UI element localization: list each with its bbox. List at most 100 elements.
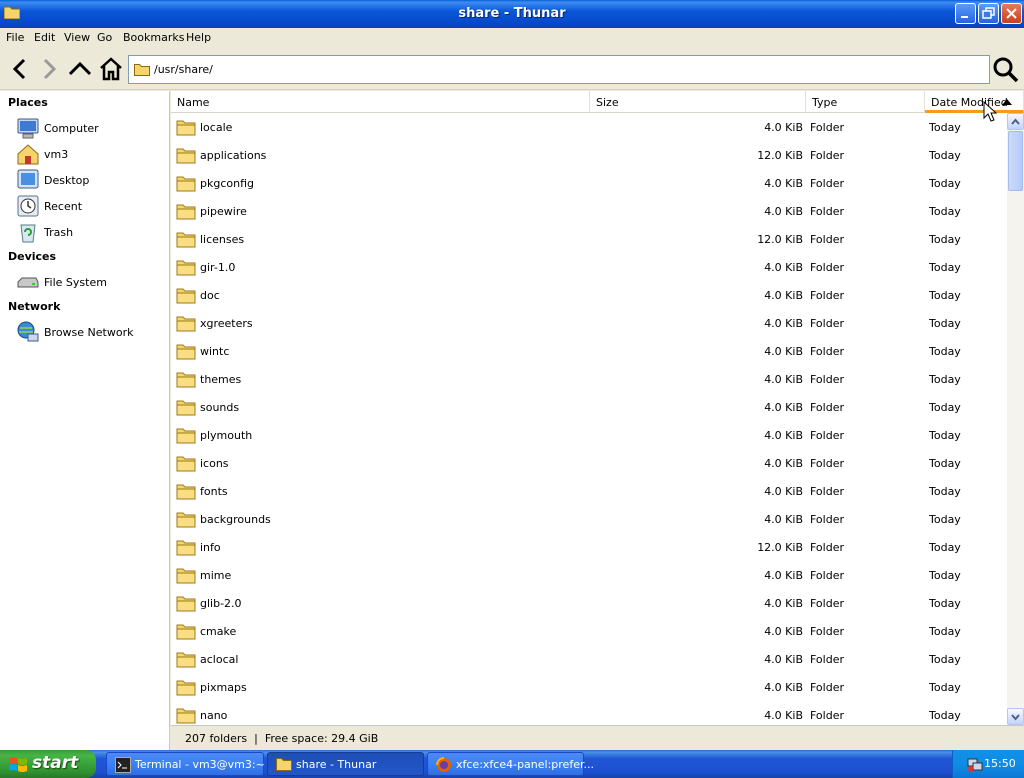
vertical-scrollbar[interactable] [1007, 113, 1024, 725]
scroll-down-button[interactable] [1007, 708, 1024, 725]
sidebar-item-trash[interactable]: Trash [16, 220, 166, 244]
title-bar[interactable]: share - Thunar [0, 0, 1024, 28]
table-row[interactable]: plymouth 4.0 KiB Folder Today [171, 421, 1007, 449]
column-name[interactable]: Name [171, 91, 590, 113]
table-row[interactable]: info 12.0 KiB Folder Today [171, 533, 1007, 561]
menu-bookmarks[interactable]: Bookmarks [123, 31, 184, 44]
scroll-up-button[interactable] [1007, 113, 1024, 130]
folder-icon [176, 484, 196, 500]
table-row[interactable]: applications 12.0 KiB Folder Today [171, 141, 1007, 169]
back-icon[interactable] [7, 56, 33, 82]
search-icon[interactable] [992, 56, 1020, 84]
sidebar-item-vm3[interactable]: vm3 [16, 142, 166, 166]
menu-view[interactable]: View [64, 31, 90, 44]
desktop-icon [17, 169, 39, 189]
sidebar-item-label: vm3 [44, 148, 69, 161]
forward-icon[interactable] [36, 56, 62, 82]
sidebar-item-recent[interactable]: Recent [16, 194, 166, 218]
network-icon [17, 321, 39, 342]
file-type: Folder [810, 149, 844, 162]
table-row[interactable]: themes 4.0 KiB Folder Today [171, 365, 1007, 393]
table-row[interactable]: xgreeters 4.0 KiB Folder Today [171, 309, 1007, 337]
sidebar-item-desktop[interactable]: Desktop [16, 168, 166, 192]
folder-icon [176, 148, 196, 164]
minimize-button[interactable] [955, 3, 976, 24]
trash-icon [20, 224, 36, 243]
file-size: 4.0 KiB [764, 373, 803, 386]
column-type[interactable]: Type [806, 91, 925, 113]
file-name: nano [200, 709, 228, 722]
file-name: cmake [200, 625, 237, 638]
table-row[interactable]: licenses 12.0 KiB Folder Today [171, 225, 1007, 253]
table-row[interactable]: icons 4.0 KiB Folder Today [171, 449, 1007, 477]
table-row[interactable]: locale 4.0 KiB Folder Today [171, 113, 1007, 141]
folder-icon [176, 120, 196, 136]
taskbar-item-terminal[interactable]: Terminal - vm3@vm3:~ [106, 752, 265, 776]
up-icon[interactable] [67, 56, 93, 82]
table-row[interactable]: cmake 4.0 KiB Folder Today [171, 617, 1007, 645]
file-date-modified: Today [929, 261, 961, 274]
table-row[interactable]: pixmaps 4.0 KiB Folder Today [171, 673, 1007, 701]
file-type: Folder [810, 681, 844, 694]
table-row[interactable]: aclocal 4.0 KiB Folder Today [171, 645, 1007, 673]
column-date-modified[interactable]: Date Modified [925, 91, 1024, 113]
table-row[interactable]: backgrounds 4.0 KiB Folder Today [171, 505, 1007, 533]
table-row[interactable]: pipewire 4.0 KiB Folder Today [171, 197, 1007, 225]
file-type: Folder [810, 709, 844, 722]
start-button[interactable]: start [0, 750, 96, 778]
sidebar-item-file-system[interactable]: File System [16, 270, 166, 294]
file-name: fonts [200, 485, 228, 498]
file-type: Folder [810, 541, 844, 554]
table-row[interactable]: sounds 4.0 KiB Folder Today [171, 393, 1007, 421]
drive-icon [17, 277, 39, 288]
file-rows: locale 4.0 KiB Folder Today applications 12.0… [171, 113, 1007, 725]
file-size: 4.0 KiB [764, 289, 803, 302]
table-row[interactable]: doc 4.0 KiB Folder Today [171, 281, 1007, 309]
file-name: plymouth [200, 429, 253, 442]
menu-edit[interactable]: Edit [34, 31, 55, 44]
file-size: 4.0 KiB [764, 513, 803, 526]
location-bar[interactable]: /usr/share/ [128, 55, 990, 84]
file-date-modified: Today [929, 345, 961, 358]
scroll-thumb[interactable] [1008, 131, 1023, 191]
table-row[interactable]: pkgconfig 4.0 KiB Folder Today [171, 169, 1007, 197]
chevron-up-icon [1011, 118, 1020, 125]
menu-file[interactable]: File [6, 31, 24, 44]
table-row[interactable]: gir-1.0 4.0 KiB Folder Today [171, 253, 1007, 281]
menu-go[interactable]: Go [97, 31, 112, 44]
folder-icon [176, 680, 196, 696]
sidebar-item-computer[interactable]: Computer [16, 116, 166, 140]
taskbar: start Terminal - vm3@vm3:~ share - Thuna… [0, 750, 1024, 778]
network-status-icon[interactable] [967, 756, 983, 772]
taskbar-item-thunar[interactable]: share - Thunar [267, 752, 424, 776]
column-size[interactable]: Size [590, 91, 806, 113]
minimize-icon [961, 16, 968, 18]
restore-button[interactable] [978, 3, 999, 24]
file-name: mime [200, 569, 232, 582]
file-size: 4.0 KiB [764, 457, 803, 470]
sidebar-item-browse-network[interactable]: Browse Network [16, 320, 166, 344]
recent-icon [17, 195, 39, 217]
table-row[interactable]: glib-2.0 4.0 KiB Folder Today [171, 589, 1007, 617]
file-size: 4.0 KiB [764, 429, 803, 442]
status-bar: 207 folders | Free space: 29.4 GiB [171, 725, 1024, 749]
clock[interactable]: 15:50 [984, 757, 1016, 770]
file-name: glib-2.0 [200, 597, 242, 610]
file-date-modified: Today [929, 597, 961, 610]
sidebar-item-label: Trash [44, 226, 74, 239]
file-type: Folder [810, 625, 844, 638]
home-icon[interactable] [98, 56, 124, 82]
close-button[interactable] [1001, 3, 1022, 24]
file-date-modified: Today [929, 373, 961, 386]
window-title: share - Thunar [458, 6, 566, 21]
table-row[interactable]: nano 4.0 KiB Folder Today [171, 701, 1007, 725]
taskbar-item-firefox[interactable]: xfce:xfce4-panel:prefer... [427, 752, 594, 776]
folder-icon [176, 540, 196, 556]
table-row[interactable]: wintc 4.0 KiB Folder Today [171, 337, 1007, 365]
table-row[interactable]: mime 4.0 KiB Folder Today [171, 561, 1007, 589]
table-row[interactable]: fonts 4.0 KiB Folder Today [171, 477, 1007, 505]
location-path[interactable]: /usr/share/ [154, 63, 213, 76]
file-name: icons [200, 457, 229, 470]
menu-help[interactable]: Help [186, 31, 211, 44]
file-type: Folder [810, 513, 844, 526]
